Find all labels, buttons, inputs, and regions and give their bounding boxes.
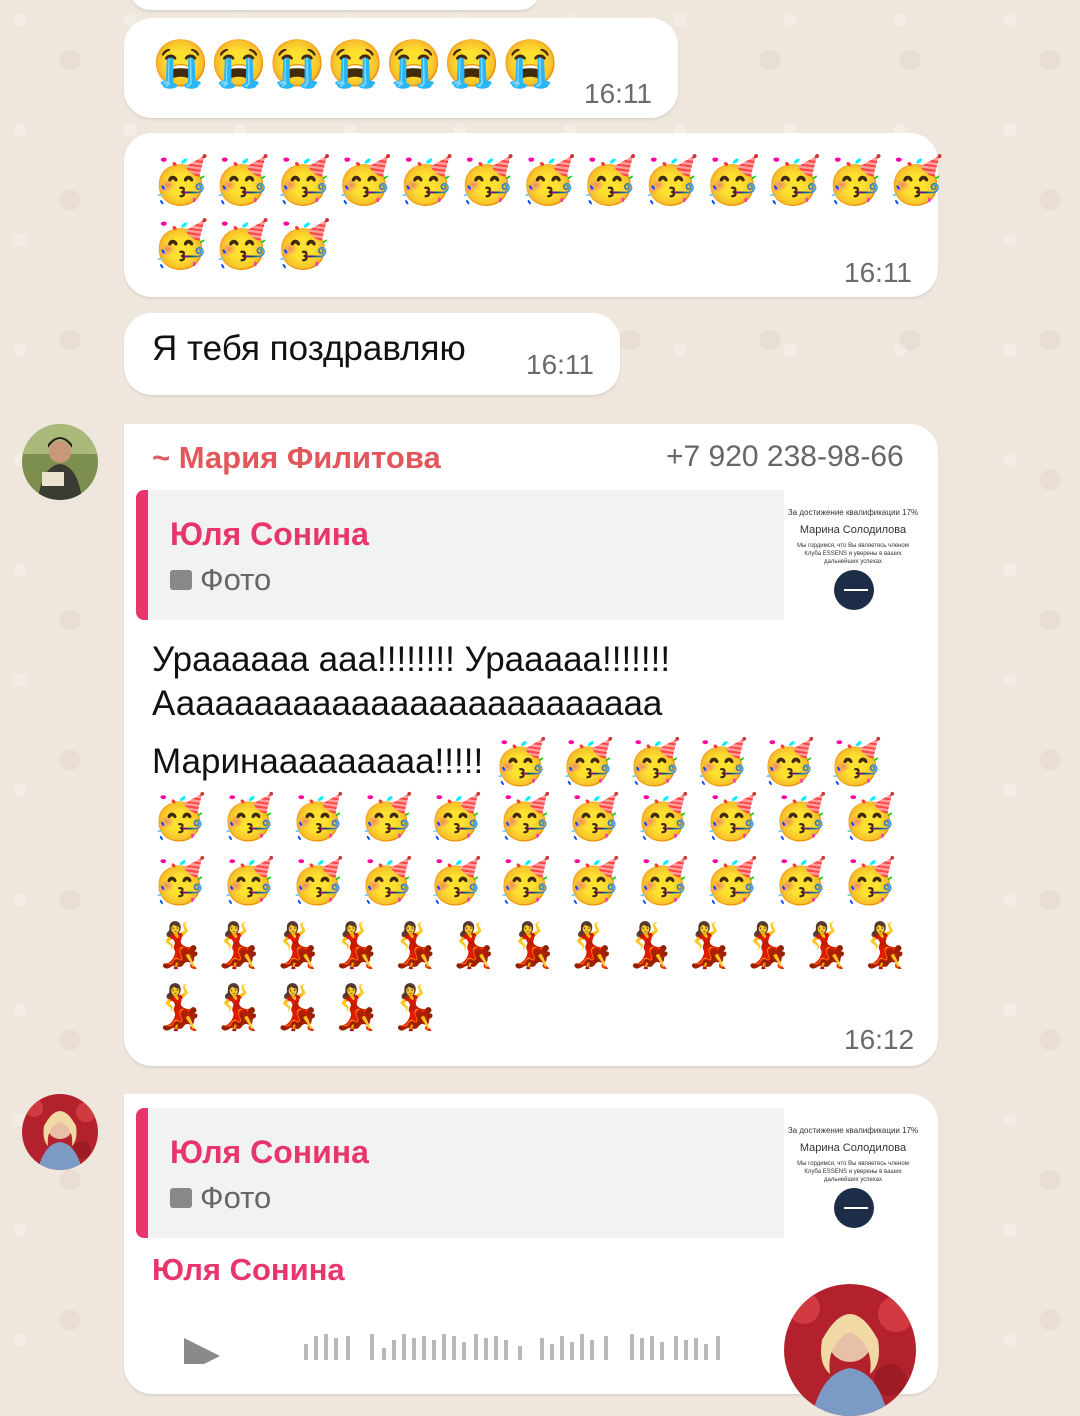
dancer-emoji-row-2: 💃💃💃💃💃 [152,983,446,1032]
message-line-3-emojis: 🥳 🥳 🥳 🥳 🥳 🥳 [493,738,884,787]
message-bubble-crying[interactable]: 😭😭😭😭😭😭😭 16:11 [124,18,678,118]
party-emoji-row-2: 🥳 🥳 🥳 🥳 🥳 🥳 🥳 🥳 🥳 🥳 🥳 [152,857,898,906]
sender-name[interactable]: ~ Мария Филитова [152,440,441,476]
message-bubble-yulia[interactable]: Юля Сонина Фото За достижение квалификац… [124,1094,938,1416]
quote-author: Юля Сонина [170,1134,369,1170]
sender-phone: +7 920 238-98-66 [666,440,904,473]
message-line-3-text: Маринааааааааа!!!!! [152,742,484,781]
sender-avatar-maria[interactable] [22,424,98,500]
sender-name[interactable]: Юля Сонина [152,1252,345,1288]
message-bubble-maria[interactable]: ~ Мария Филитова +7 920 238-98-66 Юля Со… [124,424,938,1066]
thumb-title: За достижение квалификации 17% [787,508,919,517]
quote-kind-label: Фото [200,562,272,597]
quote-kind-label: Фото [200,1180,272,1215]
message-bubble-party[interactable]: 🥳🥳🥳🥳🥳🥳🥳🥳🥳🥳🥳🥳🥳 🥳🥳🥳 16:11 [124,133,945,297]
photo-icon [170,570,192,590]
quote-accent-bar [136,490,148,620]
message-time: 16:11 [526,349,594,380]
message-bubble-partial[interactable] [130,0,540,10]
dancer-emoji-row-1: 💃💃💃💃💃💃💃💃💃💃💃💃💃 [152,921,917,970]
play-icon[interactable] [180,1334,230,1364]
message-time: 16:12 [844,1024,915,1055]
party-emojis-line2: 🥳🥳🥳 [152,218,336,270]
message-time: 16:11 [844,257,912,288]
message-line-1: Ураааааа ааа!!!!!!!! Урааааа!!!!!!! [152,640,671,679]
thumb-body: Мы гордимся, что Вы являетесь членом Клу… [797,543,909,565]
quote-author: Юля Сонина [170,516,369,552]
quote-thumbnail[interactable]: За достижение квалификации 17% Марина Со… [784,490,922,620]
medal-icon [834,1188,874,1228]
thumb-title: За достижение квалификации 17% [787,1126,919,1135]
voice-waveform[interactable] [304,1330,744,1360]
message-line-2: Аааааааааааааааааааааааааа [152,684,663,723]
party-emoji-row-1: 🥳 🥳 🥳 🥳 🥳 🥳 🥳 🥳 🥳 🥳 🥳 [152,793,898,842]
quote-accent-bar [136,1108,148,1238]
sender-avatar-yulia[interactable] [22,1094,98,1170]
quote-kind: Фото [170,562,271,598]
thumb-name: Марина Солодилова [799,1142,907,1154]
quoted-message[interactable]: Юля Сонина Фото За достижение квалификац… [136,490,922,620]
message-text: Я тебя поздравляю [152,329,466,368]
photo-icon [170,1188,192,1208]
quoted-message[interactable]: Юля Сонина Фото За достижение квалификац… [136,1108,922,1238]
quote-thumbnail[interactable]: За достижение квалификации 17% Марина Со… [784,1108,922,1238]
message-bubble-congrats[interactable]: Я тебя поздравляю 16:11 [124,313,620,395]
party-emojis-line1: 🥳🥳🥳🥳🥳🥳🥳🥳🥳🥳🥳🥳🥳 [152,154,949,206]
medal-icon [834,570,874,610]
message-line-3: Маринааааааааа!!!!! 🥳 🥳 🥳 🥳 🥳 🥳 [152,736,883,788]
quote-kind: Фото [170,1180,271,1216]
message-time: 16:11 [584,78,652,109]
crying-emojis: 😭😭😭😭😭😭😭 [152,37,560,89]
voice-sender-avatar[interactable] [784,1284,916,1416]
thumb-name: Марина Солодилова [799,524,907,536]
thumb-body: Мы гордимся, что Вы являетесь членом Клу… [797,1161,909,1183]
